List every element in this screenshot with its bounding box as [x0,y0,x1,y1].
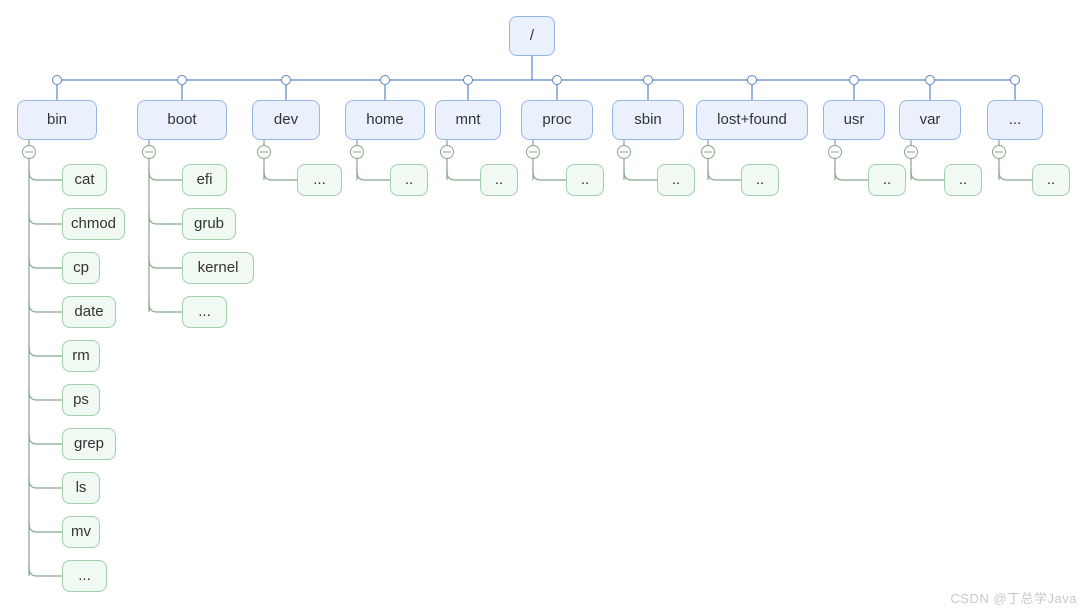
bus-connector-dot [1010,75,1020,85]
leaf-label: .. [756,171,764,189]
dir-node-home[interactable]: home [345,100,425,140]
leaf-node-bin-3[interactable]: date [62,296,116,328]
leaf-label: .. [405,171,413,189]
leaf-node-bin-1[interactable]: chmod [62,208,125,240]
leaf-node-bin-9[interactable]: ... [62,560,107,592]
leaf-node-boot-0[interactable]: efi [182,164,227,196]
dir-label: boot [167,111,196,129]
leaf-label: .. [959,171,967,189]
dir-label: var [920,111,941,129]
dir-node-sbin[interactable]: sbin [612,100,684,140]
collapse-toggle-usr[interactable] [828,145,842,159]
dir-label: usr [844,111,865,129]
bus-connector-dot [463,75,473,85]
leaf-label: grub [194,215,224,233]
leaf-label: .. [495,171,503,189]
leaf-node-proc-0[interactable]: .. [566,164,604,196]
leaf-node-boot-3[interactable]: ... [182,296,227,328]
leaf-node-more-0[interactable]: .. [1032,164,1070,196]
bus-connector-dot [747,75,757,85]
leaf-label: grep [74,435,104,453]
bus-connector-dot [552,75,562,85]
leaf-label: efi [197,171,213,189]
bus-connector-dot [177,75,187,85]
leaf-node-usr-0[interactable]: .. [868,164,906,196]
leaf-node-sbin-0[interactable]: .. [657,164,695,196]
root-label: / [530,27,534,45]
leaf-label: date [74,303,103,321]
leaf-node-lostf-0[interactable]: .. [741,164,779,196]
collapse-toggle-mnt[interactable] [440,145,454,159]
collapse-toggle-proc[interactable] [526,145,540,159]
dir-label: bin [47,111,67,129]
leaf-label: kernel [198,259,239,277]
dir-label: proc [542,111,571,129]
leaf-label: .. [883,171,891,189]
dir-node-lostf[interactable]: lost+found [696,100,808,140]
dir-node-bin[interactable]: bin [17,100,97,140]
bus-connector-dot [925,75,935,85]
collapse-toggle-dev[interactable] [257,145,271,159]
dir-label: home [366,111,404,129]
leaf-node-home-0[interactable]: .. [390,164,428,196]
dir-node-usr[interactable]: usr [823,100,885,140]
leaf-node-var-0[interactable]: .. [944,164,982,196]
dir-label: dev [274,111,298,129]
bus-connector-dot [380,75,390,85]
leaf-node-bin-7[interactable]: ls [62,472,100,504]
leaf-node-bin-4[interactable]: rm [62,340,100,372]
leaf-label: mv [71,523,91,541]
leaf-label: ... [78,567,91,585]
leaf-node-boot-2[interactable]: kernel [182,252,254,284]
dir-node-mnt[interactable]: mnt [435,100,501,140]
dir-label: lost+found [717,111,787,129]
leaf-label: ls [76,479,87,497]
dir-node-more[interactable]: ... [987,100,1043,140]
collapse-toggle-boot[interactable] [142,145,156,159]
leaf-node-bin-0[interactable]: cat [62,164,107,196]
root-node[interactable]: / [509,16,555,56]
leaf-label: ps [73,391,89,409]
leaf-node-bin-6[interactable]: grep [62,428,116,460]
dir-node-var[interactable]: var [899,100,961,140]
dir-node-dev[interactable]: dev [252,100,320,140]
leaf-node-boot-1[interactable]: grub [182,208,236,240]
collapse-toggle-var[interactable] [904,145,918,159]
dir-node-boot[interactable]: boot [137,100,227,140]
leaf-label: cat [74,171,94,189]
leaf-label: cp [73,259,89,277]
dir-label: mnt [455,111,480,129]
leaf-label: .. [581,171,589,189]
tree-canvas: CSDN @丁总学Java / bin cat chmod cp date rm ps grep… [0,0,1085,611]
dir-label: ... [1009,111,1022,129]
leaf-label: ... [313,171,326,189]
bus-connector-dot [643,75,653,85]
leaf-node-dev-0[interactable]: ... [297,164,342,196]
leaf-node-mnt-0[interactable]: .. [480,164,518,196]
watermark: CSDN @丁总学Java [950,588,1077,607]
leaf-label: rm [72,347,90,365]
leaf-node-bin-8[interactable]: mv [62,516,100,548]
collapse-toggle-home[interactable] [350,145,364,159]
leaf-label: chmod [71,215,116,233]
collapse-toggle-more[interactable] [992,145,1006,159]
bus-connector-dot [849,75,859,85]
dir-label: sbin [634,111,662,129]
leaf-label: .. [1047,171,1055,189]
bus-connector-dot [281,75,291,85]
leaf-label: ... [198,303,211,321]
collapse-toggle-lostf[interactable] [701,145,715,159]
dir-node-proc[interactable]: proc [521,100,593,140]
bus-connector-dot [52,75,62,85]
leaf-label: .. [672,171,680,189]
leaf-node-bin-2[interactable]: cp [62,252,100,284]
collapse-toggle-bin[interactable] [22,145,36,159]
collapse-toggle-sbin[interactable] [617,145,631,159]
leaf-node-bin-5[interactable]: ps [62,384,100,416]
